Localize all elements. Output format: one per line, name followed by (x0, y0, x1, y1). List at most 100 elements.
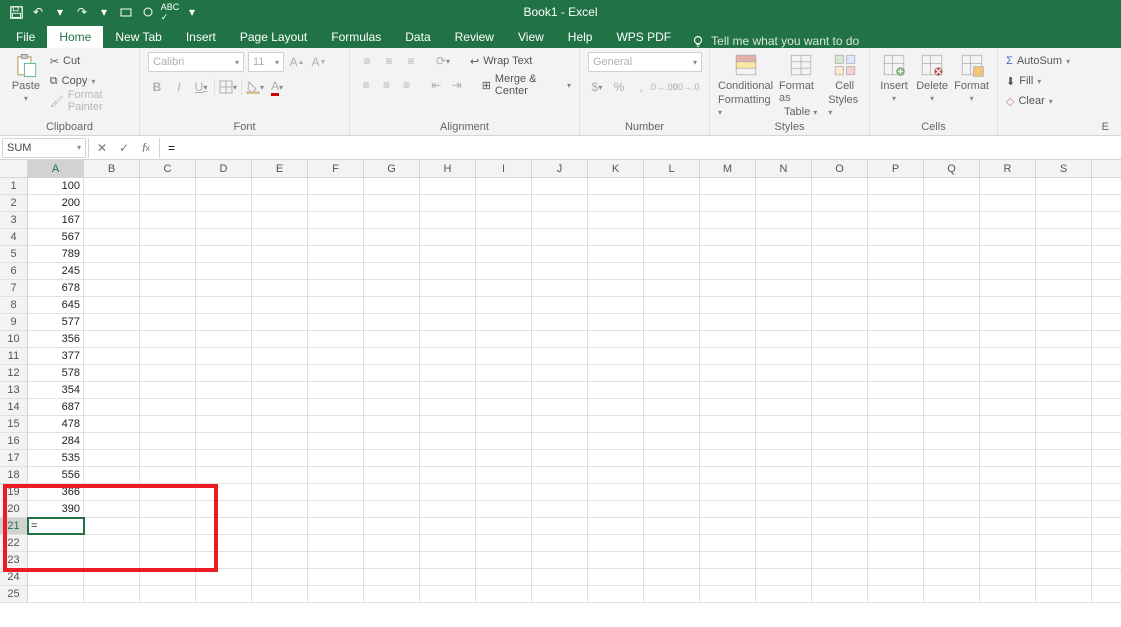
cut-button[interactable]: ✂Cut (50, 52, 131, 70)
cell[interactable] (700, 382, 756, 398)
cell[interactable] (980, 501, 1036, 517)
cell[interactable] (252, 552, 308, 568)
cell[interactable] (532, 501, 588, 517)
cell[interactable] (868, 450, 924, 466)
cell[interactable] (700, 518, 756, 534)
cell[interactable] (476, 416, 532, 432)
cell[interactable] (588, 416, 644, 432)
merge-center-button[interactable]: ⊞Merge & Center▾ (482, 76, 571, 94)
cell[interactable] (756, 263, 812, 279)
cell[interactable] (532, 382, 588, 398)
cell[interactable] (924, 382, 980, 398)
cell[interactable] (420, 518, 476, 534)
cell[interactable] (532, 263, 588, 279)
cell[interactable] (420, 433, 476, 449)
align-top-button[interactable]: ≡ (358, 52, 376, 70)
cell[interactable] (532, 416, 588, 432)
column-header[interactable]: H (420, 160, 476, 177)
italic-button[interactable]: I (170, 78, 188, 96)
cell[interactable] (812, 246, 868, 262)
cell[interactable] (980, 280, 1036, 296)
cell[interactable] (588, 246, 644, 262)
cell[interactable] (700, 348, 756, 364)
cell[interactable] (140, 586, 196, 602)
cell[interactable] (756, 314, 812, 330)
orientation-button[interactable]: ⟳▾ (434, 52, 452, 70)
cell[interactable] (1036, 399, 1092, 415)
cell[interactable] (924, 246, 980, 262)
cell[interactable] (868, 467, 924, 483)
cell[interactable] (476, 263, 532, 279)
column-header[interactable]: Q (924, 160, 980, 177)
cell[interactable] (588, 178, 644, 194)
save-icon[interactable] (8, 4, 24, 20)
cell[interactable] (196, 501, 252, 517)
borders-button[interactable]: ▾ (219, 78, 237, 96)
cell[interactable] (84, 229, 140, 245)
cell[interactable] (252, 178, 308, 194)
increase-decimal-button[interactable]: .0→.00 (654, 78, 672, 96)
cell[interactable]: 354 (28, 382, 84, 398)
cell[interactable] (476, 433, 532, 449)
cell[interactable] (364, 586, 420, 602)
bold-button[interactable]: B (148, 78, 166, 96)
cell[interactable] (364, 348, 420, 364)
cell[interactable] (532, 246, 588, 262)
select-all-button[interactable] (0, 160, 28, 177)
format-cells-button[interactable]: Format▾ (954, 52, 989, 103)
cell[interactable] (980, 263, 1036, 279)
cell[interactable] (308, 212, 364, 228)
cell[interactable] (420, 297, 476, 313)
cancel-formula-button[interactable]: ✕ (91, 138, 113, 158)
cell[interactable] (532, 586, 588, 602)
cell[interactable] (756, 229, 812, 245)
cell[interactable] (588, 467, 644, 483)
row-header[interactable]: 23 (0, 552, 28, 568)
cell[interactable] (924, 518, 980, 534)
cell[interactable] (1036, 433, 1092, 449)
cell[interactable] (308, 331, 364, 347)
cell[interactable] (1036, 263, 1092, 279)
cell[interactable] (924, 484, 980, 500)
cell[interactable] (252, 399, 308, 415)
cell[interactable] (252, 314, 308, 330)
cell[interactable] (28, 552, 84, 568)
cell[interactable] (644, 263, 700, 279)
cell[interactable] (252, 297, 308, 313)
cell[interactable] (1036, 535, 1092, 551)
cell[interactable] (308, 399, 364, 415)
cell[interactable] (532, 484, 588, 500)
cell[interactable] (588, 331, 644, 347)
tab-data[interactable]: Data (393, 26, 442, 48)
cell[interactable] (308, 263, 364, 279)
row-header[interactable]: 13 (0, 382, 28, 398)
row-header[interactable]: 19 (0, 484, 28, 500)
cell[interactable] (364, 229, 420, 245)
row-header[interactable]: 16 (0, 433, 28, 449)
tab-review[interactable]: Review (443, 26, 506, 48)
cell[interactable] (196, 365, 252, 381)
cell[interactable] (28, 535, 84, 551)
cell[interactable] (252, 569, 308, 585)
font-name-field[interactable]: Calibri▾ (148, 52, 244, 72)
column-header[interactable]: J (532, 160, 588, 177)
cell[interactable] (84, 314, 140, 330)
row-header[interactable]: 9 (0, 314, 28, 330)
cell[interactable] (84, 297, 140, 313)
cell[interactable] (868, 552, 924, 568)
cell[interactable] (364, 399, 420, 415)
cell[interactable] (700, 501, 756, 517)
cell[interactable] (588, 297, 644, 313)
cell[interactable] (1036, 450, 1092, 466)
cell[interactable] (588, 535, 644, 551)
cell[interactable] (420, 467, 476, 483)
cell[interactable] (700, 535, 756, 551)
cell[interactable] (868, 518, 924, 534)
cell[interactable] (364, 552, 420, 568)
cell[interactable] (476, 365, 532, 381)
cell[interactable] (196, 450, 252, 466)
cell[interactable] (420, 586, 476, 602)
cell[interactable] (476, 569, 532, 585)
clear-button[interactable]: ◇Clear▾ (1006, 92, 1113, 110)
cell[interactable] (364, 467, 420, 483)
